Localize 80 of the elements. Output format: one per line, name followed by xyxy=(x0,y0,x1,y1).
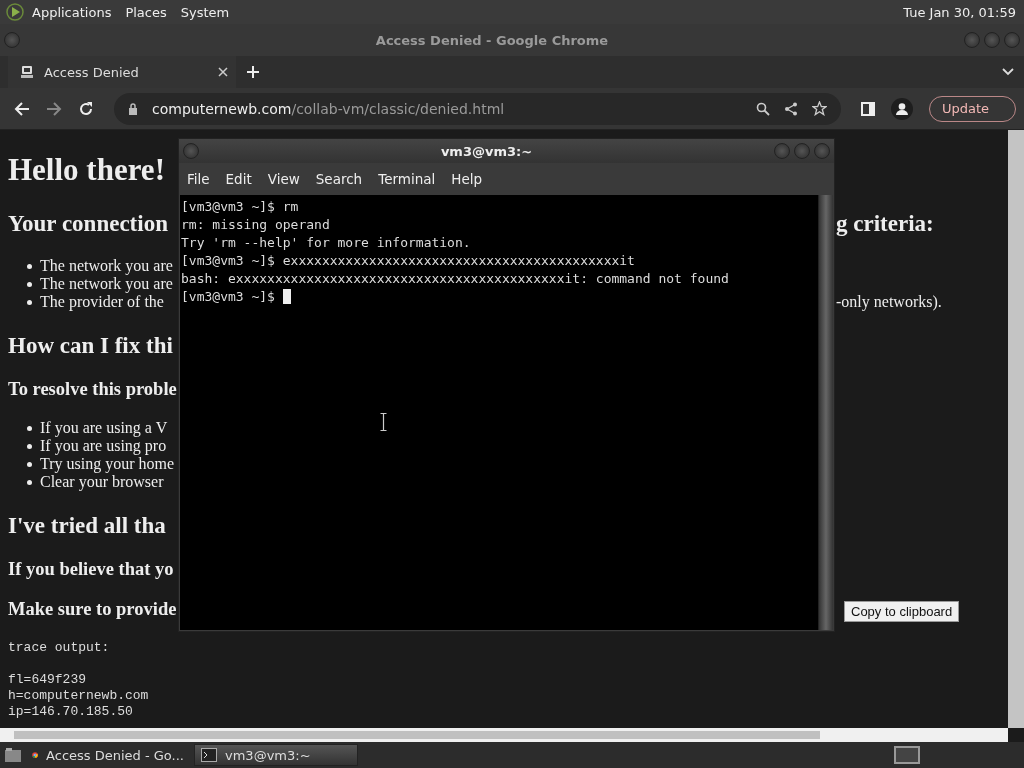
panel-menu[interactable]: Places xyxy=(125,4,167,20)
list-item: Clear your browser xyxy=(40,473,164,491)
terminal-line: [vm3@vm3 ~]$ xyxy=(181,288,276,304)
heading: I've tried all tha xyxy=(8,513,166,538)
clock[interactable]: Tue Jan 30, 01:59 xyxy=(903,4,1016,20)
minimize-button[interactable] xyxy=(774,143,790,159)
bullet-icon xyxy=(27,461,32,467)
search-icon[interactable] xyxy=(755,101,770,116)
window-title: vm3@vm3:~ xyxy=(439,143,534,159)
terminal-line: bash: exxxxxxxxxxxxxxxxxxxxxxxxxxxxxxxxxxxxxxxxxxit: command not found xyxy=(181,270,729,286)
close-icon[interactable] xyxy=(218,67,228,77)
taskbar-item[interactable]: vm3@vm3:~ xyxy=(194,744,358,766)
reload-icon[interactable] xyxy=(78,100,94,117)
heading: If you believe that yo xyxy=(8,559,174,579)
heading: How can I fix thi xyxy=(8,333,173,358)
maximize-button[interactable] xyxy=(984,32,1000,48)
window-menu-button[interactable] xyxy=(183,143,199,159)
trace-line: h=computernewb.com xyxy=(8,688,150,704)
menu-item[interactable]: Edit xyxy=(225,171,252,187)
vertical-scrollbar[interactable] xyxy=(1008,130,1024,728)
close-button[interactable] xyxy=(1004,32,1020,48)
menu-item[interactable]: View xyxy=(267,171,300,187)
desktop-icon[interactable] xyxy=(4,747,22,763)
forward-icon[interactable] xyxy=(46,100,62,117)
list-item: The network you are xyxy=(40,275,173,293)
menu-item[interactable]: Terminal xyxy=(378,171,436,187)
taskbar-item[interactable]: Access Denied - Go... xyxy=(26,744,190,766)
heading: Your connection xyxy=(8,211,168,236)
list-item: If you are using pro xyxy=(40,437,167,455)
profile-icon[interactable] xyxy=(890,97,913,120)
side-panel-icon[interactable] xyxy=(860,101,875,116)
browser-tab[interactable]: Access Denied xyxy=(8,56,236,88)
lock-icon xyxy=(128,102,138,115)
terminal-line: [vm3@vm3 ~]$ rm xyxy=(181,198,299,214)
list-item: The network you are xyxy=(40,257,173,275)
bullet-icon xyxy=(27,479,32,485)
window-menu-button[interactable] xyxy=(4,32,20,48)
chevron-down-icon[interactable] xyxy=(1002,68,1014,76)
text-cursor xyxy=(282,288,291,304)
list-item: -only networks). xyxy=(836,293,942,310)
heading: Make sure to provide xyxy=(8,599,177,619)
bullet-icon xyxy=(27,299,32,305)
bullet-icon xyxy=(27,281,32,287)
i-beam-cursor-icon xyxy=(380,413,387,431)
maximize-button[interactable] xyxy=(794,143,810,159)
menu-item[interactable]: Search xyxy=(315,171,363,187)
terminal-line: rm: missing operand xyxy=(181,216,330,232)
panel-menu[interactable]: Applications xyxy=(32,4,112,20)
list-item: The provider of the xyxy=(40,293,164,311)
vertical-scrollbar[interactable] xyxy=(818,195,833,630)
menu-item[interactable]: File xyxy=(187,171,210,187)
menu-item[interactable]: Help xyxy=(451,171,483,187)
star-icon[interactable] xyxy=(811,101,827,116)
minimize-button[interactable] xyxy=(964,32,980,48)
new-tab-icon[interactable] xyxy=(246,65,260,79)
trace-line: fl=649f239 xyxy=(8,672,87,688)
close-button[interactable] xyxy=(814,143,830,159)
trace-heading: trace output: xyxy=(8,640,111,656)
play-logo-icon[interactable] xyxy=(6,3,24,21)
list-item: Try using your home xyxy=(40,455,175,473)
bullet-icon xyxy=(27,263,32,269)
heading: g criteria: xyxy=(836,211,934,236)
workspace-switcher[interactable] xyxy=(894,746,920,764)
heading: To resolve this proble xyxy=(8,379,177,399)
share-icon[interactable] xyxy=(783,101,798,116)
bullet-icon xyxy=(27,443,32,449)
heading: Hello there! xyxy=(8,152,165,187)
computer-icon xyxy=(20,65,34,79)
terminal-line: [vm3@vm3 ~]$ exxxxxxxxxxxxxxxxxxxxxxxxxxxxxxxxxxxxxxxxxxit xyxy=(181,252,635,268)
horizontal-scrollbar[interactable] xyxy=(0,728,1008,742)
terminal-icon xyxy=(201,748,217,762)
panel-menu[interactable]: System xyxy=(180,4,230,20)
copy-button[interactable]: Copy to clipboard xyxy=(844,601,960,622)
address-bar[interactable]: computernewb.com/collab-vm/classic/denied.html xyxy=(114,92,841,125)
trace-line: ip=146.70.185.50 xyxy=(8,704,134,720)
window-title: Access Denied - Google Chrome xyxy=(374,32,610,48)
bullet-icon xyxy=(27,425,32,431)
back-icon[interactable] xyxy=(14,100,30,117)
list-item: If you are using a V xyxy=(40,419,168,437)
terminal-line: Try 'rm --help' for more information. xyxy=(181,234,471,250)
